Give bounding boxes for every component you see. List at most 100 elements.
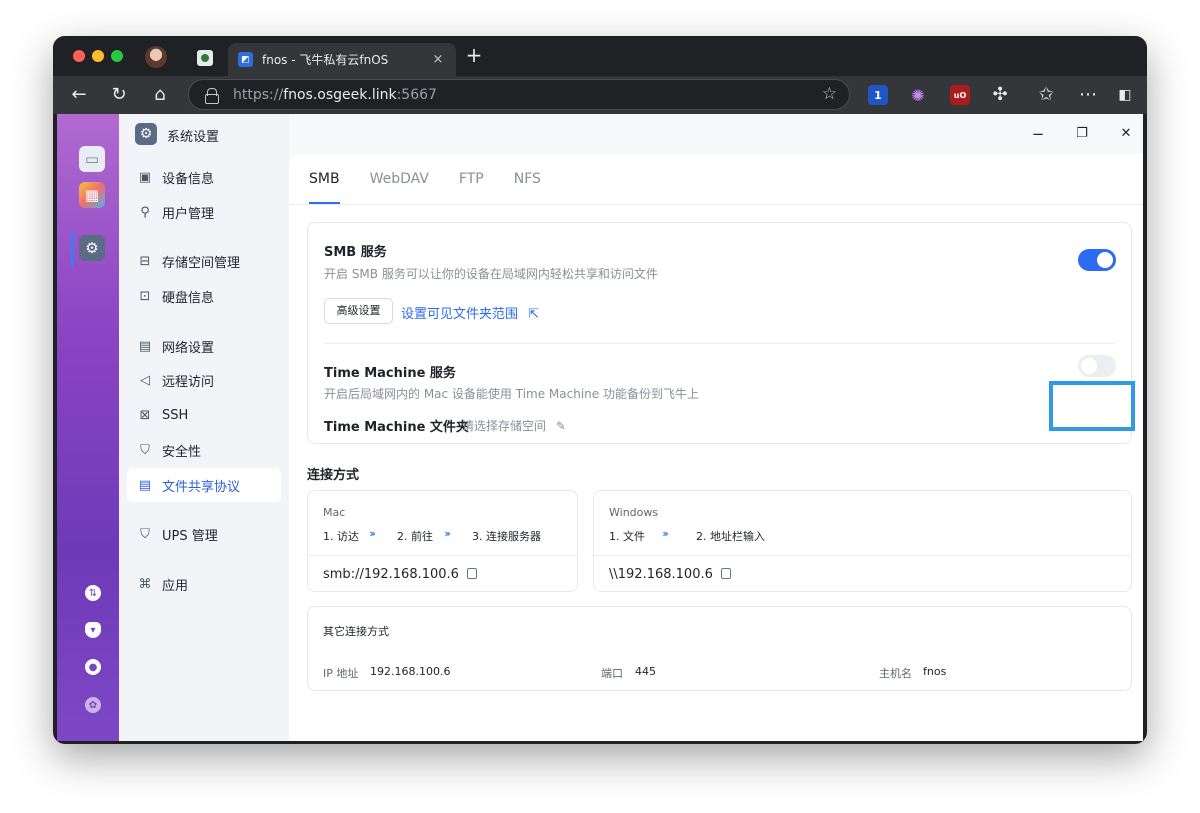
visible-folder-scope-label: 设置可见文件夹范围	[401, 307, 519, 322]
sidebar-item-label: 硬盘信息	[162, 290, 215, 306]
sidebar-item-remote-access[interactable]: ◁ 远程访问	[127, 363, 281, 397]
tab-nfs[interactable]: NFS	[514, 154, 541, 204]
fnos-app: ▭ ▦ ⚙ ⇅ ▾ ● ✿ ⚙ 系统设置 ▣ 设备信息 ⚲ 用户管理 ⊟ 存储空间管理…	[57, 114, 1143, 741]
smb-service-title: SMB 服务	[324, 245, 387, 260]
bitwarden-extension-icon[interactable]: 1	[868, 85, 888, 105]
monitor-icon[interactable]: ▭	[79, 146, 105, 172]
ip-label: IP 地址	[323, 667, 359, 680]
profile-avatar[interactable]	[145, 46, 167, 68]
more-menu-icon[interactable]: ⋯	[1076, 83, 1100, 107]
sidebar-item-file-sharing[interactable]: ▤ 文件共享协议	[127, 468, 281, 502]
home-icon[interactable]: ⌂	[148, 83, 172, 107]
reload-icon[interactable]: ↻	[107, 83, 131, 107]
system-settings-icon: ⚙	[135, 123, 157, 145]
time-machine-toggle[interactable]	[1078, 355, 1116, 377]
settings-sidebar: ⚙ 系统设置 ▣ 设备信息 ⚲ 用户管理 ⊟ 存储空间管理 ⊡ 硬盘信息 ▤ 网络设置 ◁…	[119, 114, 289, 741]
sidebar-item-apps[interactable]: ⌘ 应用	[127, 567, 281, 601]
sidebar-item-ups[interactable]: ⛉ UPS 管理	[127, 517, 281, 551]
bookmark-star-icon[interactable]: ☆	[822, 84, 837, 104]
card-divider	[324, 343, 1115, 344]
tab-close-icon[interactable]: ×	[430, 52, 446, 67]
mac-step-3: 3. 连接服务器	[472, 530, 541, 543]
dock-settings-icon[interactable]: ✿	[85, 697, 101, 713]
other-connection-card: 其它连接方式 IP 地址 192.168.100.6 端口 445 主机名 fn…	[307, 606, 1132, 691]
active-tab[interactable]: ◩ fnos - 飞牛私有云fnOS ×	[228, 43, 456, 76]
connection-title: 连接方式	[307, 468, 360, 483]
other-connection-title: 其它连接方式	[323, 625, 389, 638]
port-value: 445	[635, 665, 656, 678]
lock-icon[interactable]	[205, 87, 219, 104]
browser-toolbar: ← ↻ ⌂ https://fnos.osgeek.link:5667 ☆ 1 …	[53, 76, 1147, 114]
time-machine-folder-label: Time Machine 文件夹	[324, 420, 469, 435]
card-divider	[594, 555, 1131, 556]
tab-smb[interactable]: SMB	[309, 154, 340, 204]
url-text: https://fnos.osgeek.link:5667	[233, 87, 437, 103]
smb-service-toggle[interactable]	[1078, 249, 1116, 271]
time-machine-description: 开启后局域网内的 Mac 设备能使用 Time Machine 功能备份到飞牛上	[324, 387, 699, 401]
address-bar[interactable]: https://fnos.osgeek.link:5667 ☆	[188, 79, 850, 110]
bell-icon[interactable]: ▾	[85, 622, 101, 638]
time-machine-folder-picker[interactable]: 请选择存储空间 ✎	[462, 417, 566, 434]
windows-address: \\192.168.100.6	[609, 567, 731, 582]
edit-pencil-icon[interactable]: ✎	[556, 419, 566, 433]
smb-service-card: SMB 服务 开启 SMB 服务可以让你的设备在局域网内轻松共享和访问文件 高级…	[307, 222, 1132, 444]
sidebar-item-label: 远程访问	[162, 374, 215, 390]
device-icon: ▣	[138, 169, 152, 185]
mac-connection-card: Mac 1. 访达 ››› 2. 前往 ››› 3. 连接服务器 smb://1…	[307, 490, 578, 592]
maximize-button[interactable]: ❐	[1071, 123, 1093, 145]
sidebar-item-label: 存储空间管理	[162, 255, 241, 271]
sidebar-item-label: SSH	[162, 407, 189, 423]
hostname-value: fnos	[923, 665, 947, 678]
extension-badge: 1	[874, 88, 882, 102]
window-zoom-dot[interactable]	[111, 50, 123, 62]
sidebar-item-ssh[interactable]: ⊠ SSH	[127, 398, 281, 432]
close-button[interactable]: ✕	[1115, 123, 1137, 145]
windows-address-text: \\192.168.100.6	[609, 567, 713, 582]
visible-folder-scope-link[interactable]: 设置可见文件夹范围 ⇱	[401, 303, 539, 322]
minimize-button[interactable]: −	[1027, 123, 1049, 145]
openai-extension-icon[interactable]: ✺	[908, 85, 928, 105]
sidebar-toggle-icon[interactable]: ◧	[1113, 83, 1137, 107]
window-close-dot[interactable]	[73, 50, 85, 62]
browser-window: ◩ fnos - 飞牛私有云fnOS × + ← ↻ ⌂ https://fno…	[53, 36, 1147, 744]
send-icon: ◁	[140, 372, 150, 388]
sidebar-item-label: 文件共享协议	[162, 479, 241, 495]
sidebar-item-label: 安全性	[162, 444, 202, 460]
tab-ftp[interactable]: FTP	[459, 154, 484, 204]
highlight-box	[1049, 381, 1135, 431]
copy-icon[interactable]	[466, 568, 477, 579]
settings-gear-icon[interactable]: ⚙	[79, 235, 105, 261]
storage-icon: ⊟	[139, 253, 151, 269]
ublock-extension-icon[interactable]: uO	[950, 85, 970, 105]
sidebar-item-user-management[interactable]: ⚲ 用户管理	[127, 195, 281, 229]
app-center-icon[interactable]: ▦	[79, 182, 105, 208]
url-port: :5667	[396, 86, 437, 103]
sidebar-item-network[interactable]: ▤ 网络设置	[127, 329, 281, 363]
tabs-divider	[289, 204, 1143, 205]
extensions-puzzle-icon[interactable]: ✣	[988, 83, 1012, 107]
fnos-favicon-icon: ◩	[238, 52, 253, 67]
ip-value: 192.168.100.6	[370, 665, 451, 678]
sidebar-item-storage[interactable]: ⊟ 存储空间管理	[127, 244, 281, 278]
sidebar-item-disk-info[interactable]: ⊡ 硬盘信息	[127, 279, 281, 313]
document-icon: ▤	[138, 477, 152, 493]
transfer-icon[interactable]: ⇅	[85, 585, 101, 601]
advanced-settings-button[interactable]: 高级设置	[324, 298, 393, 324]
pinned-tab[interactable]	[197, 50, 213, 66]
window-minimize-dot[interactable]	[92, 50, 104, 62]
tab-webdav[interactable]: WebDAV	[370, 154, 429, 204]
sidebar-item-device-info[interactable]: ▣ 设备信息	[127, 160, 281, 194]
sidebar-item-label: 网络设置	[162, 340, 215, 356]
user-icon: ⚲	[140, 204, 150, 220]
back-arrow-icon[interactable]: ←	[67, 83, 91, 107]
new-tab-button[interactable]: +	[463, 45, 485, 67]
sidebar-item-security[interactable]: ⛉ 安全性	[127, 433, 281, 467]
user-icon[interactable]: ●	[85, 659, 101, 675]
copy-icon[interactable]	[720, 568, 731, 579]
content-area: SMB WebDAV FTP NFS SMB 服务 开启 SMB 服务可以让你的…	[289, 154, 1143, 741]
mac-address-text: smb://192.168.100.6	[323, 567, 459, 582]
chevrons-icon: ›››	[369, 527, 376, 540]
favorites-icon[interactable]: ✩	[1034, 83, 1058, 107]
windows-label: Windows	[609, 506, 659, 519]
time-machine-title: Time Machine 服务	[324, 366, 456, 381]
